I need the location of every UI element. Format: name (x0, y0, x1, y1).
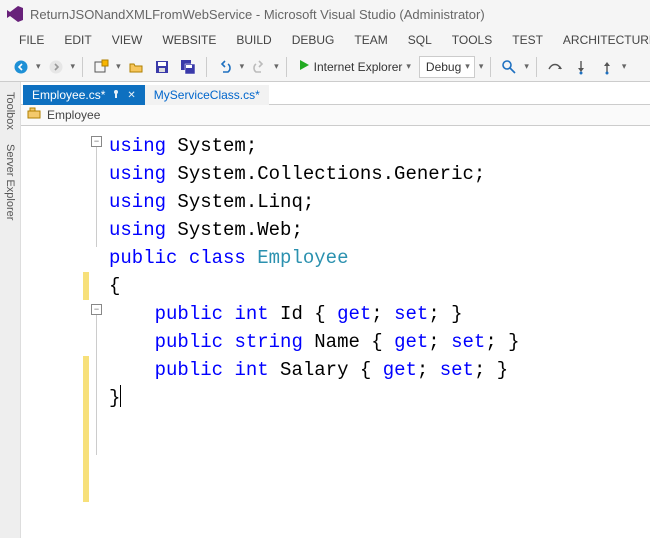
start-debug-dropdown[interactable]: ▾ (406, 61, 411, 72)
toolbar-separator (490, 57, 491, 77)
menu-website[interactable]: WEBSITE (153, 30, 225, 50)
undo-dropdown[interactable]: ▾ (240, 61, 245, 72)
config-select[interactable]: Debug ▾ (419, 56, 475, 78)
code-nav-bar[interactable]: Employee (21, 104, 650, 126)
config-extra-dropdown[interactable]: ▾ (479, 61, 484, 72)
menu-test[interactable]: TEST (503, 30, 552, 50)
code-line[interactable]: { (109, 272, 650, 300)
code-editor[interactable]: − − using System;using System.Collection… (21, 126, 650, 538)
window-title: ReturnJSONandXMLFromWebService - Microso… (30, 7, 485, 22)
redo-button[interactable] (248, 56, 270, 78)
server-explorer-tab[interactable]: Server Explorer (4, 138, 16, 226)
code-line[interactable]: } (109, 384, 650, 412)
toolbox-tab[interactable]: Toolbox (4, 86, 16, 136)
change-bar (83, 272, 89, 300)
code-line[interactable]: public int Salary { get; set; } (109, 356, 650, 384)
code-line[interactable]: using System.Web; (109, 216, 650, 244)
nav-back-button[interactable] (10, 56, 32, 78)
class-icon (27, 107, 41, 124)
nav-forward-button[interactable] (45, 56, 67, 78)
find-button[interactable] (498, 56, 520, 78)
browser-label: Internet Explorer (314, 60, 403, 74)
pin-icon[interactable] (111, 89, 121, 102)
close-tab-button[interactable]: ✕ (127, 90, 135, 101)
toolbar-separator (286, 57, 287, 77)
open-file-button[interactable] (125, 56, 147, 78)
toolbar-separator (82, 57, 83, 77)
nav-back-dropdown[interactable]: ▾ (36, 61, 41, 72)
collapse-toggle[interactable]: − (91, 136, 102, 147)
toolbar-separator (536, 57, 537, 77)
step-into-button[interactable] (570, 56, 592, 78)
redo-dropdown[interactable]: ▾ (274, 61, 279, 72)
toolbar-separator (206, 57, 207, 77)
menu-view[interactable]: VIEW (103, 30, 152, 50)
code-line[interactable]: public class Employee (109, 244, 650, 272)
menu-sql[interactable]: SQL (399, 30, 441, 50)
new-project-button[interactable] (90, 56, 112, 78)
save-button[interactable] (151, 56, 173, 78)
debug-dropdown[interactable]: ▾ (622, 61, 627, 72)
menu-architecture[interactable]: ARCHITECTURE (554, 30, 650, 50)
main-toolbar: ▾ ▾ ▾ ▾ ▾ Internet Explorer ▾ Debug ▾ ▾ … (0, 52, 650, 82)
chevron-down-icon: ▾ (465, 61, 470, 72)
left-dock-strip: Toolbox Server Explorer (0, 82, 21, 538)
type-dropdown-label: Employee (47, 108, 100, 122)
new-project-dropdown[interactable]: ▾ (116, 61, 121, 72)
nav-forward-dropdown[interactable]: ▾ (71, 61, 76, 72)
code-area[interactable]: using System;using System.Collections.Ge… (109, 126, 650, 412)
document-tab[interactable]: MyServiceClass.cs* (145, 85, 269, 105)
step-over-button[interactable] (544, 56, 566, 78)
find-dropdown[interactable]: ▾ (524, 61, 529, 72)
code-line[interactable]: public string Name { get; set; } (109, 328, 650, 356)
menu-debug[interactable]: DEBUG (283, 30, 344, 50)
undo-button[interactable] (214, 56, 236, 78)
menu-bar: FILEEDITVIEWWEBSITEBUILDDEBUGTEAMSQLTOOL… (0, 28, 650, 52)
save-all-button[interactable] (177, 56, 199, 78)
config-label: Debug (426, 60, 461, 74)
menu-team[interactable]: TEAM (345, 30, 396, 50)
document-tab[interactable]: Employee.cs* ✕ (23, 85, 145, 105)
menu-build[interactable]: BUILD (227, 30, 280, 50)
code-line[interactable]: using System; (109, 132, 650, 160)
code-line[interactable]: using System.Collections.Generic; (109, 160, 650, 188)
collapse-toggle[interactable]: − (91, 304, 102, 315)
gutter (21, 126, 91, 538)
start-debug-button[interactable]: Internet Explorer ▾ (294, 56, 415, 78)
menu-file[interactable]: FILE (10, 30, 53, 50)
text-caret (120, 385, 121, 407)
code-line[interactable]: using System.Linq; (109, 188, 650, 216)
code-line[interactable]: public int Id { get; set; } (109, 300, 650, 328)
tab-label: Employee.cs* (32, 88, 105, 102)
step-out-button[interactable] (596, 56, 618, 78)
menu-edit[interactable]: EDIT (55, 30, 100, 50)
tab-label: MyServiceClass.cs* (154, 88, 260, 102)
vs-logo-icon (6, 5, 24, 23)
change-bar (83, 356, 89, 502)
play-icon (298, 59, 310, 74)
document-tab-well: Employee.cs* ✕ MyServiceClass.cs* (21, 82, 650, 104)
title-bar: ReturnJSONandXMLFromWebService - Microso… (0, 0, 650, 28)
menu-tools[interactable]: TOOLS (443, 30, 501, 50)
